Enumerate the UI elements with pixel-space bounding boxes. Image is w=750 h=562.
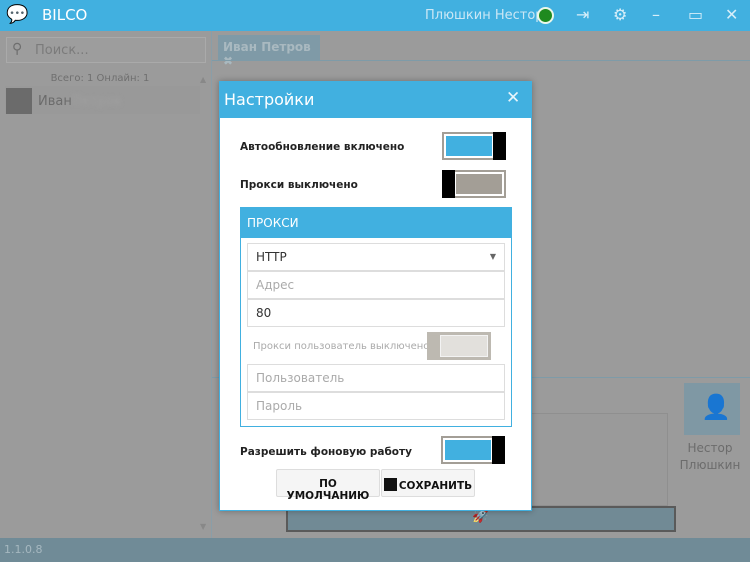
user-input[interactable]: Пользователь: [247, 364, 505, 392]
version-label: 1.1.0.8: [4, 543, 43, 556]
title-bar: 💬 BILCO Плюшкин Нестор ⇥ ⚙ – ▭ ✕: [0, 0, 750, 31]
proxy-section: ПРОКСИ HTTP ▼ Адрес 80 Прокси пользовател…: [240, 207, 512, 427]
scroll-up-icon[interactable]: ▲: [200, 75, 206, 84]
proxy-type-value: HTTP: [256, 250, 287, 264]
gear-icon[interactable]: ⚙: [613, 5, 627, 24]
contact-last-name: Петров: [72, 94, 122, 109]
divider: [212, 60, 750, 61]
app-title: BILCO: [42, 6, 88, 24]
logout-icon[interactable]: ⇥: [576, 5, 589, 24]
close-dialog-icon[interactable]: ✕: [506, 88, 520, 108]
current-user-name[interactable]: Плюшкин Нестор: [425, 8, 544, 23]
default-button[interactable]: ПО УМОЛЧАНИЮ: [276, 469, 380, 502]
settings-dialog: Настройки ✕ Автообновление включено Прок…: [219, 81, 532, 511]
maximize-icon[interactable]: ▭: [688, 5, 703, 24]
peer-last-name: Плюшкин: [679, 458, 741, 472]
close-icon[interactable]: ✕: [725, 5, 738, 24]
peer-first-name: Нестор: [687, 441, 733, 455]
close-tab-icon[interactable]: ✖: [223, 54, 233, 68]
proxy-label: Прокси выключено: [240, 179, 358, 191]
proxy-user-label: Прокси пользователь выключено: [253, 341, 430, 352]
scroll-down-icon[interactable]: ▼: [200, 522, 206, 531]
search-icon: ⚲: [12, 41, 23, 57]
search-input[interactable]: Поиск...: [6, 37, 206, 63]
chat-logo-icon: 💬: [6, 4, 29, 25]
background-toggle[interactable]: [441, 436, 505, 464]
dialog-header: Настройки ✕: [220, 82, 531, 118]
dialog-title: Настройки: [224, 90, 315, 109]
status-bar: [0, 538, 750, 562]
autoupdate-toggle[interactable]: [442, 132, 506, 160]
peer-avatar: 👤: [684, 383, 740, 435]
password-input[interactable]: Пароль: [247, 392, 505, 420]
contact-counts: Всего: 1 Онлайн: 1: [50, 73, 150, 84]
address-input[interactable]: Адрес: [247, 271, 505, 299]
background-label: Разрешить фоновую работу: [240, 446, 412, 458]
avatar: [6, 88, 32, 114]
proxy-type-select[interactable]: HTTP ▼: [247, 243, 505, 271]
port-input[interactable]: 80: [247, 299, 505, 327]
proxy-section-title: ПРОКСИ: [241, 208, 511, 238]
tab-chat[interactable]: Иван Петров ✖: [218, 35, 320, 68]
user-icon: 👤: [701, 393, 731, 421]
save-button[interactable]: СОХРАНИТЬ: [381, 469, 475, 497]
autoupdate-label: Автообновление включено: [240, 141, 405, 153]
proxy-user-toggle[interactable]: [427, 332, 491, 360]
minimize-icon[interactable]: –: [652, 5, 660, 24]
floppy-icon: [383, 478, 397, 491]
save-label: СОХРАНИТЬ: [398, 480, 473, 492]
tab-label: Иван Петров: [223, 40, 311, 54]
contact-first-name: Иван: [38, 94, 72, 109]
online-status-icon: [537, 7, 554, 24]
chevron-down-icon: ▼: [489, 252, 496, 261]
proxy-toggle[interactable]: [442, 170, 506, 198]
peer-name: Нестор Плюшкин: [670, 440, 750, 474]
